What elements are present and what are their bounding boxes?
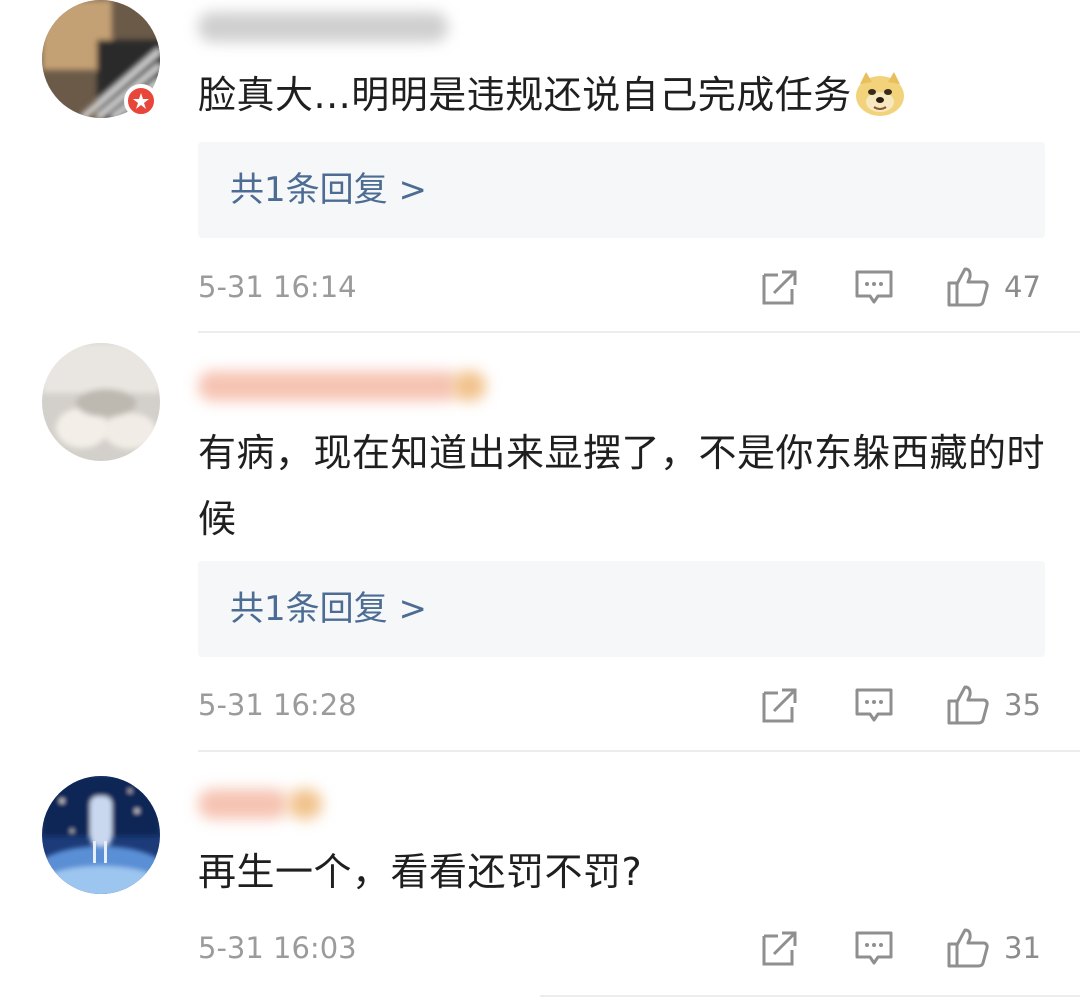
reply-count-link[interactable]: 共1条回复 > (230, 164, 427, 216)
comment-meta: 5-31 16:28 35 (0, 675, 1080, 735)
username-blurred[interactable] (198, 371, 458, 401)
comment-text: 再生一个，看看还罚不罚? (198, 850, 643, 894)
thumbs-up-icon[interactable] (946, 683, 990, 727)
timestamp: 5-31 16:28 (198, 688, 357, 722)
share-icon[interactable] (760, 267, 800, 307)
avatar[interactable] (42, 343, 160, 461)
divider (198, 750, 1080, 752)
comment-meta: 5-31 16:14 47 (0, 257, 1080, 317)
divider (198, 331, 1080, 333)
like-count: 47 (1004, 270, 1041, 304)
comment-icon[interactable] (854, 928, 894, 968)
verified-badge-icon (124, 84, 158, 118)
timestamp: 5-31 16:14 (198, 270, 357, 304)
avatar[interactable] (42, 776, 160, 894)
share-icon[interactable] (760, 685, 800, 725)
comment-icon[interactable] (854, 685, 894, 725)
username-blurred[interactable] (198, 789, 288, 819)
reply-summary[interactable]: 共1条回复 > (198, 142, 1045, 238)
comment-meta: 5-31 16:03 31 (0, 918, 1080, 978)
username-blurred[interactable] (198, 12, 448, 42)
doge-emoji-icon (854, 70, 906, 138)
comment-icon[interactable] (854, 267, 894, 307)
reply-count-link[interactable]: 共1条回复 > (230, 583, 427, 635)
user-badge-blurred-icon (288, 789, 322, 819)
comment-text: 有病，现在知道出来显摆了，不是你东躲西藏的时候 (198, 431, 1046, 541)
timestamp: 5-31 16:03 (198, 931, 357, 965)
thumbs-up-icon[interactable] (946, 265, 990, 309)
like-count: 35 (1004, 688, 1041, 722)
user-badge-blurred-icon (452, 371, 486, 401)
thumbs-up-icon[interactable] (946, 926, 990, 970)
comment-text: 脸真大...明明是违规还说自己完成任务 (198, 62, 1018, 138)
share-icon[interactable] (760, 928, 800, 968)
divider (540, 995, 1080, 997)
like-count: 31 (1004, 931, 1041, 965)
reply-summary[interactable]: 共1条回复 > (198, 561, 1045, 657)
